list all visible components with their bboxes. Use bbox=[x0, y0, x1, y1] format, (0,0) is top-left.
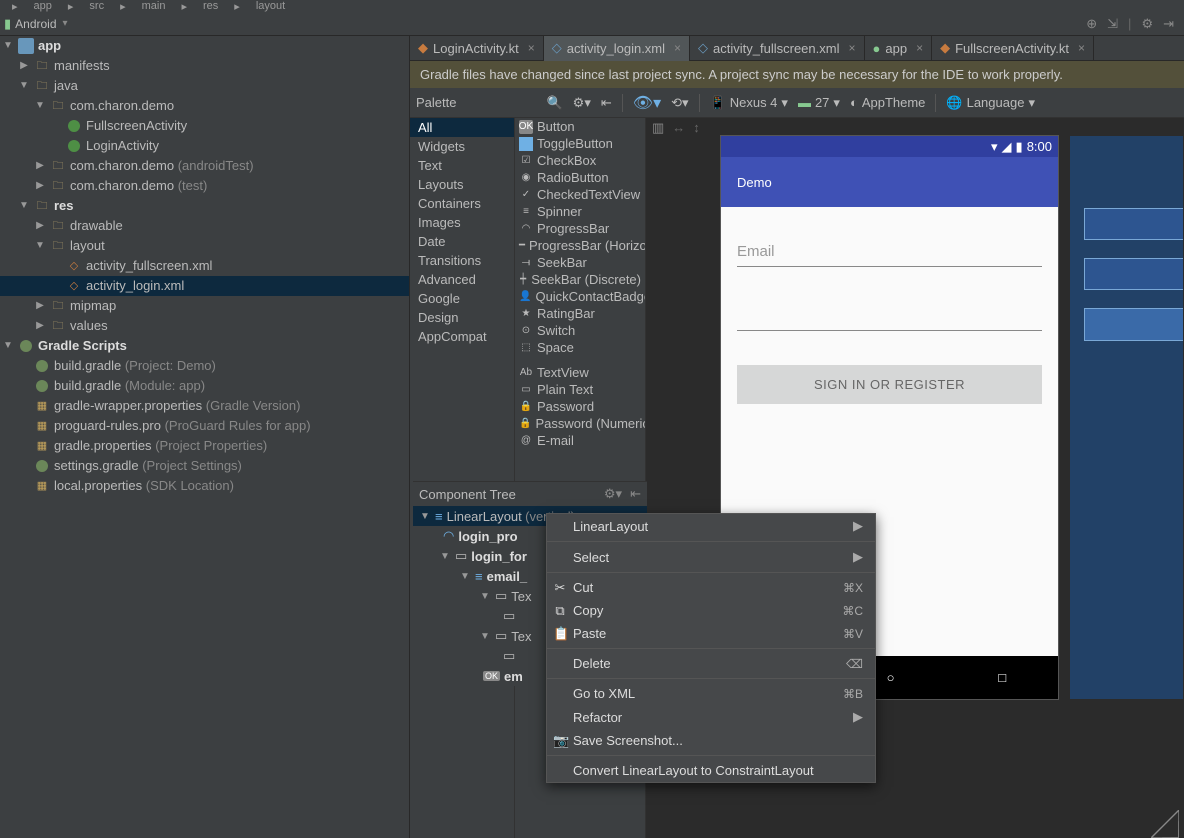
menu-linearlayout[interactable]: LinearLayout▶ bbox=[547, 514, 875, 538]
collapse-icon[interactable]: ⇲ bbox=[1107, 16, 1118, 32]
menu-paste[interactable]: 📋Paste⌘V bbox=[547, 622, 875, 645]
dir-res: res bbox=[54, 196, 74, 216]
theme-selector[interactable]: ◐AppTheme bbox=[850, 95, 925, 110]
gradle-scripts: Gradle Scripts bbox=[38, 336, 127, 356]
gradle-wrapper: gradle-wrapper.properties (Gradle Versio… bbox=[54, 396, 300, 416]
breadcrumb-bar: ▸app▸src▸main▸res▸layout bbox=[0, 0, 1184, 12]
file-fullscreen-activity: FullscreenActivity bbox=[86, 116, 187, 136]
dir-mipmap: mipmap bbox=[70, 296, 116, 316]
close-icon[interactable]: × bbox=[916, 41, 923, 55]
device-selector[interactable]: 📱Nexus 4▾ bbox=[710, 95, 788, 111]
signin-button[interactable]: SIGN IN OR REGISTER bbox=[737, 365, 1042, 404]
close-icon[interactable]: × bbox=[674, 41, 681, 55]
recents-icon: □ bbox=[998, 670, 1006, 685]
close-icon[interactable]: × bbox=[1078, 41, 1085, 55]
language-selector[interactable]: 🌐Language▾ bbox=[946, 95, 1035, 111]
dock-icon[interactable]: ⇤ bbox=[630, 486, 641, 502]
menu-select[interactable]: Select▶ bbox=[547, 545, 875, 569]
design-toolbar: Palette 🔍 ⚙▾ ⇤ 👁▾ ⟲▾ 📱Nexus 4▾ ▬27▾ ◐App… bbox=[410, 88, 1184, 118]
file-activity-login: activity_login.xml bbox=[86, 276, 184, 296]
wifi-icon: ▾ bbox=[991, 139, 998, 155]
home-icon: ○ bbox=[887, 670, 895, 685]
variant-selector[interactable]: ▮ Android ▾ bbox=[4, 16, 74, 32]
menu-refactor[interactable]: Refactor▶ bbox=[547, 705, 875, 729]
battery-icon: ▮ bbox=[1016, 139, 1023, 155]
project-toolbar: ▮ Android ▾ ⊕ ⇲ | ⚙ ⇥ bbox=[0, 12, 1184, 36]
status-time: 8:00 bbox=[1027, 139, 1052, 154]
menu-save-screenshot[interactable]: 📷Save Screenshot... bbox=[547, 729, 875, 752]
build-gradle-module: build.gradle (Module: app) bbox=[54, 376, 205, 396]
copy-icon: ⧉ bbox=[553, 603, 567, 619]
delete-icon: ⌫ bbox=[846, 657, 863, 671]
menu-copy[interactable]: ⧉Copy⌘C bbox=[547, 599, 875, 622]
proguard: proguard-rules.pro (ProGuard Rules for a… bbox=[54, 416, 311, 436]
dock-icon[interactable]: ⇤ bbox=[601, 95, 612, 111]
dir-manifests: manifests bbox=[54, 56, 110, 76]
tab-fullscreen-activity[interactable]: ◆FullscreenActivity.kt× bbox=[932, 36, 1094, 61]
build-gradle-project: build.gradle (Project: Demo) bbox=[54, 356, 216, 376]
gradle-properties: gradle.properties (Project Properties) bbox=[54, 436, 267, 456]
gradle-sync-notice: Gradle files have changed since last pro… bbox=[410, 61, 1184, 88]
editor-tabs: ◆LoginActivity.kt× ◇activity_login.xml× … bbox=[410, 36, 1184, 61]
menu-convert[interactable]: Convert LinearLayout to ConstraintLayout bbox=[547, 759, 875, 782]
blueprint-preview bbox=[1070, 136, 1183, 699]
app-bar: Demo bbox=[721, 157, 1058, 207]
pkg-main: com.charon.demo bbox=[70, 96, 174, 116]
hide-icon[interactable]: ⇥ bbox=[1163, 16, 1174, 32]
file-activity-fullscreen: activity_fullscreen.xml bbox=[86, 256, 212, 276]
gear-icon[interactable]: ⚙▾ bbox=[604, 486, 622, 502]
project-panel: ▼app ▶🗀manifests ▼🗀java ▼🗀com.charon.dem… bbox=[0, 36, 410, 838]
close-icon[interactable]: × bbox=[848, 41, 855, 55]
tab-activity-login-xml[interactable]: ◇activity_login.xml× bbox=[544, 36, 690, 61]
orientation-icon[interactable]: ⟲▾ bbox=[671, 95, 688, 111]
design-view-icon[interactable]: 👁▾ bbox=[633, 93, 661, 113]
search-icon[interactable]: 🔍 bbox=[546, 95, 562, 111]
project-tree[interactable]: ▼app ▶🗀manifests ▼🗀java ▼🗀com.charon.dem… bbox=[0, 36, 409, 838]
tab-login-activity[interactable]: ◆LoginActivity.kt× bbox=[410, 36, 544, 61]
v-arrows-icon[interactable]: ↕ bbox=[693, 120, 700, 136]
settings-gradle: settings.gradle (Project Settings) bbox=[54, 456, 242, 476]
cut-icon: ✂ bbox=[553, 580, 567, 596]
tab-activity-fullscreen-xml[interactable]: ◇activity_fullscreen.xml× bbox=[690, 36, 864, 61]
paste-icon: 📋 bbox=[553, 626, 567, 642]
menu-goto-xml[interactable]: Go to XML⌘B bbox=[547, 682, 875, 705]
resize-handle-icon[interactable] bbox=[1151, 810, 1179, 838]
status-bar: ▾◢▮ 8:00 bbox=[721, 136, 1058, 157]
gear-icon[interactable]: ⚙ bbox=[1141, 16, 1153, 32]
gear-icon[interactable]: ⚙▾ bbox=[573, 95, 591, 111]
palette-cat-all: All bbox=[410, 118, 514, 137]
pkg-androidtest: com.charon.demo (androidTest) bbox=[70, 156, 254, 176]
local-properties: local.properties (SDK Location) bbox=[54, 476, 234, 496]
module-app: app bbox=[38, 36, 61, 56]
dir-drawable: drawable bbox=[70, 216, 123, 236]
palette-categories[interactable]: All Widgets Text Layouts Containers Imag… bbox=[410, 118, 515, 838]
dir-java: java bbox=[54, 76, 78, 96]
pkg-test: com.charon.demo (test) bbox=[70, 176, 207, 196]
menu-cut[interactable]: ✂Cut⌘X bbox=[547, 576, 875, 599]
file-login-activity: LoginActivity bbox=[86, 136, 159, 156]
palette-title: Palette bbox=[416, 95, 456, 110]
dir-layout: layout bbox=[70, 236, 105, 256]
close-icon[interactable]: × bbox=[528, 41, 535, 55]
tab-app[interactable]: ●app× bbox=[865, 36, 933, 61]
dir-values: values bbox=[70, 316, 108, 336]
email-field[interactable] bbox=[737, 237, 1042, 267]
api-selector[interactable]: ▬27▾ bbox=[798, 95, 840, 111]
h-arrows-icon[interactable]: ↔ bbox=[672, 120, 685, 136]
pan-icon[interactable]: ▥ bbox=[652, 120, 664, 136]
signal-icon: ◢ bbox=[1002, 139, 1012, 155]
target-icon[interactable]: ⊕ bbox=[1086, 16, 1097, 32]
menu-delete[interactable]: Delete⌫ bbox=[547, 652, 875, 675]
camera-icon: 📷 bbox=[553, 733, 567, 749]
context-menu: LinearLayout▶ Select▶ ✂Cut⌘X ⧉Copy⌘C 📋Pa… bbox=[546, 513, 876, 783]
password-field[interactable] bbox=[737, 301, 1042, 331]
